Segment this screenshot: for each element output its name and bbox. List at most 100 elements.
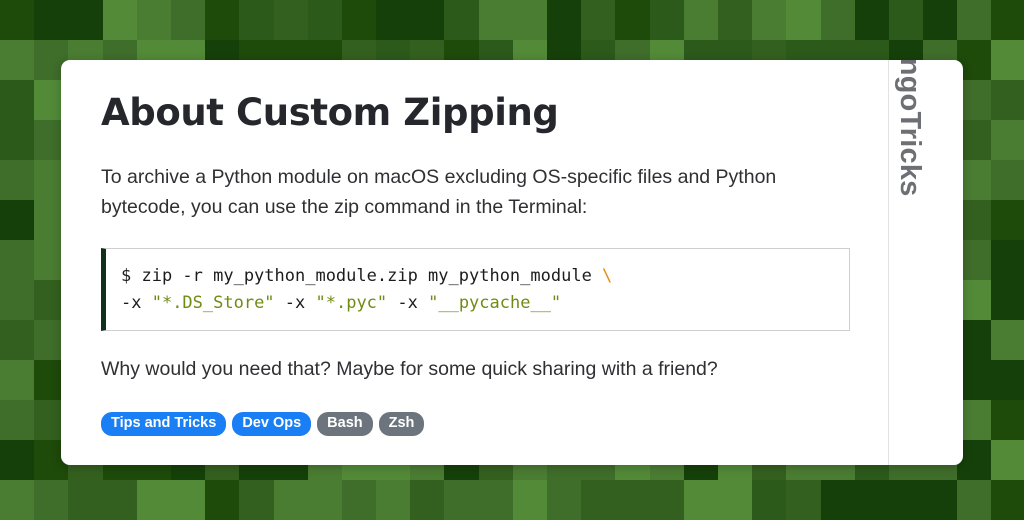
background-tile [991, 280, 1024, 320]
background-tile [547, 480, 582, 520]
background-tile [0, 480, 35, 520]
background-tile [0, 160, 35, 200]
background-tile [0, 0, 35, 40]
background-tile [376, 480, 411, 520]
background-tile [102, 0, 137, 40]
background-tile [136, 0, 171, 40]
background-tile [205, 0, 240, 40]
background-tile [307, 480, 342, 520]
background-tile [581, 480, 616, 520]
background-tile [341, 0, 377, 40]
background-tile [717, 0, 753, 40]
background-tile [410, 480, 445, 520]
tag-dev-ops[interactable]: Dev Ops [232, 412, 312, 436]
background-tile [991, 320, 1024, 360]
brand-handle[interactable]: @DjangoTricks [893, 60, 926, 197]
tag-bash[interactable]: Bash [317, 412, 373, 436]
background-tile [0, 360, 35, 400]
background-tile [444, 480, 479, 520]
code-string-ds-store: "*.DS_Store" [151, 293, 275, 313]
intro-paragraph: To archive a Python module on macOS excl… [101, 166, 777, 218]
background-tile [991, 120, 1024, 160]
background-tile [786, 480, 821, 520]
card-main-column: About Custom Zipping To archive a Python… [61, 60, 888, 465]
background-tile [991, 80, 1024, 120]
code-line-2-part3: -x [387, 293, 429, 313]
background-tile [0, 240, 35, 280]
background-tile [68, 0, 103, 40]
background-tile [0, 400, 35, 440]
background-tile [170, 0, 206, 40]
background-tile [786, 0, 821, 40]
background-tile [991, 0, 1024, 40]
background-tile [991, 200, 1024, 240]
background-tile [205, 480, 240, 520]
tag-zsh[interactable]: Zsh [378, 412, 425, 436]
background-tile [136, 480, 171, 520]
code-line-2-part1: -x [121, 293, 152, 313]
background-tile [410, 0, 445, 40]
background-tile [0, 120, 35, 160]
background-tile [512, 480, 547, 520]
background-tile [102, 480, 137, 520]
background-tile [991, 240, 1024, 280]
background-tile [307, 0, 342, 40]
background-tile [717, 480, 753, 520]
code-string-pycache: "__pycache__" [428, 293, 562, 313]
background-tile [991, 480, 1024, 520]
background-tile [34, 480, 69, 520]
background-tile [683, 480, 718, 520]
background-tile [683, 0, 718, 40]
background-tile [854, 480, 889, 520]
background-tile [957, 0, 992, 40]
background-tile [649, 480, 684, 520]
background-tile [888, 0, 924, 40]
background-tile [991, 360, 1024, 400]
background-tile [820, 0, 855, 40]
code-line-1-text: $ zip -r my_python_module.zip my_python_… [121, 266, 603, 286]
background-tile [239, 0, 274, 40]
background-tile [0, 40, 35, 80]
tag-tips-and-tricks[interactable]: Tips and Tricks [101, 412, 227, 436]
page-title: About Custom Zipping [101, 91, 559, 134]
background-tile [649, 0, 684, 40]
background-tile [854, 0, 889, 40]
background-tile [68, 480, 103, 520]
background-tile [820, 480, 855, 520]
code-block: $ zip -r my_python_module.zip my_python_… [101, 248, 850, 331]
brand-strip: @DjangoTricks [888, 60, 963, 465]
background-tile [991, 400, 1024, 440]
background-tile [991, 40, 1024, 80]
code-string-pyc: "*.pyc" [315, 293, 388, 313]
code-line-continuation: \ [602, 266, 613, 286]
background-tile [0, 440, 35, 480]
background-tile [581, 0, 616, 40]
background-tile [752, 0, 787, 40]
background-tile [34, 0, 69, 40]
outro-paragraph: Why would you need that? Maybe for some … [101, 358, 718, 380]
background-tile [0, 200, 35, 240]
code-line-2-part2: -x [274, 293, 316, 313]
background-tile [888, 480, 924, 520]
background-tile [273, 0, 308, 40]
background-tile [0, 80, 35, 120]
background-tile [512, 0, 547, 40]
background-tile [376, 0, 411, 40]
content-card: About Custom Zipping To archive a Python… [61, 60, 963, 465]
background-tile [923, 480, 958, 520]
background-tile [991, 440, 1024, 480]
tag-list: Tips and Tricks Dev Ops Bash Zsh [101, 412, 848, 436]
background-tile [752, 480, 787, 520]
background-tile [239, 480, 274, 520]
background-tile [444, 0, 479, 40]
background-tile [615, 0, 650, 40]
background-tile [547, 0, 582, 40]
background-tile [478, 480, 513, 520]
background-tile [0, 280, 35, 320]
background-tile [991, 160, 1024, 200]
background-tile [170, 480, 206, 520]
background-tile [923, 0, 958, 40]
background-tile [615, 480, 650, 520]
background-tile [341, 480, 377, 520]
background-tile [478, 0, 513, 40]
